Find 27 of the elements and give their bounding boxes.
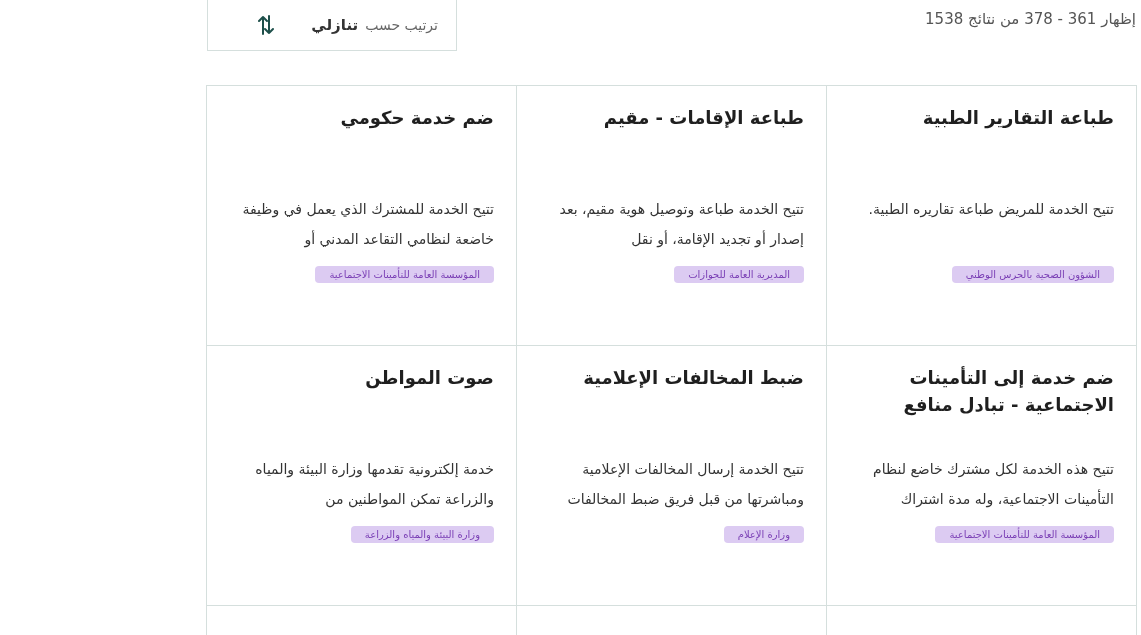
results-summary: إظهار 361 - 378 من نتائج 1538 bbox=[925, 10, 1137, 28]
agency-tag: الشؤون الصحية بالحرس الوطني bbox=[951, 266, 1114, 283]
service-description: خدمة إلكترونية تقدمها وزارة البيئة والمياه والزراعة تمكن المواطنين من bbox=[254, 460, 494, 510]
agency-tag: وزارة البيئة والمياه والزراعة bbox=[350, 526, 494, 543]
agency-tag: المديرية العامة للجوازات bbox=[674, 266, 804, 283]
service-title: ضبط المخالفات الإعلامية bbox=[583, 366, 804, 390]
service-card[interactable]: طباعة التقارير الطبية تتيح الخدمة للمريض طباعة تقاريره الطبية. الشؤون الصحية بالحرس الوطني bbox=[826, 86, 1136, 346]
service-title: ضم خدمة حكومي bbox=[340, 106, 494, 131]
service-title: صوت المواطن bbox=[365, 366, 494, 391]
sort-button[interactable]: ترتيب حسب تنازلي bbox=[207, 0, 457, 51]
service-description: تتيح الخدمة للمريض طباعة تقاريره الطبية. bbox=[868, 200, 1114, 220]
agency-tag: المؤسسة العامة للتأمينات الاجتماعية bbox=[315, 266, 494, 283]
sort-arrows-icon bbox=[258, 14, 275, 36]
service-title: طباعة الإقامات - مقيم bbox=[603, 106, 804, 130]
service-description: تتيح الخدمة للمشترك الذي يعمل في وظيفة خاضعة لنظامي التقاعد المدني أو bbox=[241, 200, 494, 250]
service-card[interactable]: ضبط المخالفات الإعلامية تتيح الخدمة إرسال المخالفات الإعلامية ومباشرتها من قبل فريق ضبط المخالفات وزارة الإعلام bbox=[516, 346, 826, 606]
service-title: ضم خدمة إلى التأمينات الاجتماعية - تبادل منافع bbox=[902, 365, 1114, 418]
service-card[interactable]: ضم خدمة حكومي تتيح الخدمة للمشترك الذي يعمل في وظيفة خاضعة لنظامي التقاعد المدني أو المؤسسة العامة للتأمينات الاجتماعية bbox=[206, 86, 516, 346]
service-description: تتيح الخدمة طباعة وتوصيل هوية مقيم، بعد إصدار أو تجديد الإقامة، أو نقل bbox=[558, 200, 804, 250]
agency-tag: وزارة الإعلام bbox=[723, 526, 804, 543]
service-description: تتيح الخدمة إرسال المخالفات الإعلامية ومباشرتها من قبل فريق ضبط المخالفات bbox=[566, 460, 804, 510]
service-description: تتيح هذه الخدمة لكل مشترك خاضع لنظام التأمينات الاجتماعية، وله مدة اشتراك bbox=[872, 460, 1114, 510]
service-title: طباعة التقارير الطبية bbox=[922, 106, 1114, 131]
service-card[interactable]: صوت المواطن خدمة إلكترونية تقدمها وزارة البيئة والمياه والزراعة تمكن المواطنين من وزارة البيئة والمياه والزراعة bbox=[206, 346, 516, 606]
service-card[interactable]: ضم خدمة إلى التأمينات الاجتماعية - تبادل منافع تتيح هذه الخدمة لكل مشترك خاضع لنظام التأمينات الاجتماعية، وله مدة اشتراك المؤسسة العامة للتأمينات الاجتماعية bbox=[826, 346, 1136, 606]
service-card[interactable]: طباعة الإقامات - مقيم تتيح الخدمة طباعة وتوصيل هوية مقيم، بعد إصدار أو تجديد الإقامة، أو نقل المديرية العامة للجوازات bbox=[516, 86, 826, 346]
agency-tag: المؤسسة العامة للتأمينات الاجتماعية bbox=[935, 526, 1114, 543]
